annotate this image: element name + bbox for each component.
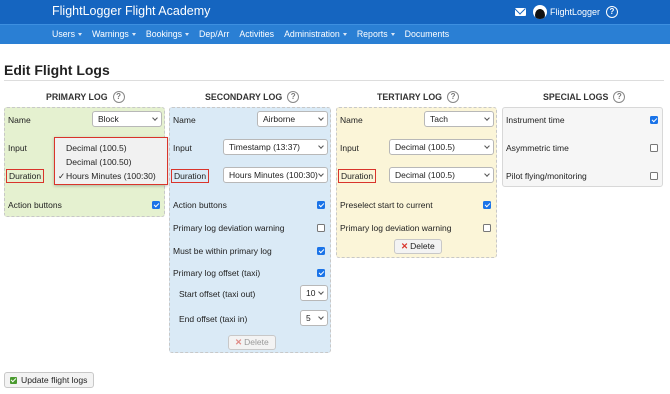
chevron-down-icon bbox=[484, 171, 490, 177]
chevron-down-icon bbox=[390, 33, 395, 37]
secondary-name-select[interactable]: Airborne bbox=[257, 111, 328, 127]
action-buttons-checkbox[interactable] bbox=[317, 201, 325, 209]
chevron-down-icon bbox=[318, 115, 324, 121]
mail-icon[interactable] bbox=[514, 8, 526, 16]
option-label: Asymmetric time bbox=[506, 143, 569, 153]
tertiary-duration-select[interactable]: Decimal (100.5) bbox=[389, 167, 494, 183]
deviation-warning-checkbox[interactable] bbox=[317, 224, 325, 232]
option-label: Must be within primary log bbox=[173, 246, 272, 256]
end-offset-select[interactable]: 5 bbox=[300, 310, 328, 326]
option-label: Primary log deviation warning bbox=[173, 223, 285, 233]
chevron-down-icon bbox=[318, 171, 324, 177]
update-flight-logs-button[interactable]: Update flight logs bbox=[4, 372, 95, 388]
help-icon[interactable]: ? bbox=[112, 91, 125, 103]
action-buttons-checkbox[interactable] bbox=[152, 201, 160, 209]
option-label: Pilot flying/monitoring bbox=[506, 171, 587, 181]
within-primary-checkbox[interactable] bbox=[317, 247, 325, 255]
input-label: Input bbox=[340, 143, 359, 153]
delete-button[interactable]: ✕ Delete bbox=[394, 239, 442, 254]
input-label: Input bbox=[8, 143, 27, 153]
dropdown-option[interactable]: Decimal (100.50) bbox=[55, 155, 166, 169]
page-title: Edit Flight Logs bbox=[4, 62, 110, 78]
option-label: Action buttons bbox=[173, 200, 227, 210]
nav-warnings[interactable]: Warnings bbox=[92, 29, 136, 39]
option-label: Instrument time bbox=[506, 115, 565, 125]
help-icon[interactable]: ? bbox=[287, 91, 300, 103]
nav-administration[interactable]: Administration bbox=[284, 29, 347, 39]
special-logs-heading: SPECIAL LOGS? bbox=[543, 91, 626, 103]
close-icon: ✕ bbox=[235, 337, 243, 347]
divider bbox=[4, 80, 664, 81]
offset-taxi-checkbox[interactable] bbox=[317, 269, 325, 277]
nav-users[interactable]: Users bbox=[52, 29, 82, 39]
top-right-area: FlightLogger ? bbox=[514, 5, 618, 19]
end-offset-label: End offset (taxi in) bbox=[179, 314, 248, 324]
dropdown-option-selected[interactable]: ✓ Hours Minutes (100:30) bbox=[55, 169, 166, 183]
chevron-down-icon bbox=[318, 289, 324, 295]
nav-bar: Users Warnings Bookings Dep/Arr Activiti… bbox=[0, 24, 670, 44]
user-name[interactable]: FlightLogger bbox=[550, 7, 600, 17]
action-buttons-label: Action buttons bbox=[8, 200, 62, 210]
duration-label: Duration bbox=[171, 169, 210, 183]
close-icon: ✕ bbox=[401, 241, 409, 251]
option-label: Primary log offset (taxi) bbox=[173, 268, 261, 278]
chevron-down-icon bbox=[484, 115, 490, 121]
option-label: Primary log deviation warning bbox=[340, 223, 452, 233]
name-label: Name bbox=[8, 115, 31, 125]
chevron-down-icon bbox=[185, 33, 190, 37]
chevron-down-icon bbox=[131, 33, 136, 37]
help-icon[interactable]: ? bbox=[613, 91, 626, 103]
primary-name-select[interactable]: Block bbox=[92, 111, 162, 127]
deviation-warning-checkbox[interactable] bbox=[483, 224, 491, 232]
start-offset-label: Start offset (taxi out) bbox=[179, 289, 256, 299]
tertiary-log-heading: TERTIARY LOG? bbox=[377, 91, 460, 103]
chevron-down-icon bbox=[152, 115, 158, 121]
tertiary-name-select[interactable]: Tach bbox=[424, 111, 494, 127]
help-icon[interactable]: ? bbox=[447, 91, 460, 103]
nav-dep-arr[interactable]: Dep/Arr bbox=[199, 29, 229, 39]
secondary-input-select[interactable]: Timestamp (13:37) bbox=[223, 139, 328, 155]
chevron-down-icon bbox=[318, 143, 324, 149]
secondary-log-panel: Name Airborne Input Timestamp (13:37) Du… bbox=[169, 107, 331, 353]
start-offset-select[interactable]: 10 bbox=[300, 285, 328, 301]
duration-label: Duration bbox=[6, 169, 45, 183]
check-icon: ✓ bbox=[58, 171, 66, 181]
check-icon bbox=[10, 376, 17, 384]
instrument-time-checkbox[interactable] bbox=[650, 116, 658, 124]
name-label: Name bbox=[340, 115, 363, 125]
avatar[interactable] bbox=[532, 5, 547, 19]
input-label: Input bbox=[173, 143, 192, 153]
chevron-down-icon bbox=[484, 143, 490, 149]
nav-activities[interactable]: Activities bbox=[239, 29, 274, 39]
option-label: Preselect start to current bbox=[340, 200, 433, 210]
dropdown-option[interactable]: Decimal (100.5) bbox=[55, 141, 166, 155]
delete-button[interactable]: ✕ Delete bbox=[228, 335, 276, 350]
pilot-flying-checkbox[interactable] bbox=[650, 172, 658, 180]
primary-log-heading: PRIMARY LOG? bbox=[46, 91, 125, 103]
chevron-down-icon bbox=[77, 33, 82, 37]
name-label: Name bbox=[173, 115, 196, 125]
tertiary-input-select[interactable]: Decimal (100.5) bbox=[389, 139, 494, 155]
duration-label: Duration bbox=[338, 169, 377, 183]
duration-dropdown-menu[interactable]: Decimal (100.5) Decimal (100.50) ✓ Hours … bbox=[54, 137, 168, 185]
secondary-duration-select[interactable]: Hours Minutes (100:30) bbox=[223, 167, 328, 183]
asymmetric-time-checkbox[interactable] bbox=[650, 144, 658, 152]
nav-reports[interactable]: Reports bbox=[357, 29, 395, 39]
preselect-start-checkbox[interactable] bbox=[483, 201, 491, 209]
special-logs-panel: Instrument time Asymmetric time Pilot fl… bbox=[502, 107, 663, 187]
nav-bookings[interactable]: Bookings bbox=[146, 29, 190, 39]
secondary-log-heading: SECONDARY LOG? bbox=[205, 91, 300, 103]
help-icon[interactable]: ? bbox=[606, 6, 618, 18]
brand-title[interactable]: FlightLogger Flight Academy bbox=[52, 4, 210, 18]
tertiary-log-panel: Name Tach Input Decimal (100.5) Duration… bbox=[336, 107, 497, 258]
top-bar: FlightLogger Flight Academy FlightLogger… bbox=[0, 0, 670, 24]
chevron-down-icon bbox=[318, 314, 324, 320]
nav-documents[interactable]: Documents bbox=[405, 29, 450, 39]
chevron-down-icon bbox=[342, 33, 347, 37]
